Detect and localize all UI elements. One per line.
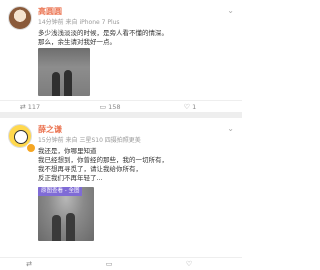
photo-tag[interactable]: 原图查看 - 全图 <box>38 187 83 196</box>
post-text-line: 反正我们不再年轻了... <box>38 174 103 182</box>
post-text-line: 我已经想到，你曾经的那些，我的一切所有， <box>38 156 168 164</box>
comment-button[interactable]: ▭ <box>80 258 140 270</box>
shadow-figure <box>52 72 60 96</box>
post-photo[interactable] <box>38 48 90 96</box>
shadow-figure <box>52 215 61 241</box>
like-button[interactable]: ♡ <box>160 258 220 270</box>
avatar[interactable] <box>8 6 32 30</box>
shadow-figure <box>66 213 75 241</box>
post-text-line: 那么，余生请对我好一点。 <box>38 38 116 46</box>
repost-button[interactable]: ⇄ <box>0 258 60 270</box>
comment-icon: ▭ <box>105 260 113 268</box>
chevron-down-icon[interactable]: ⌄ <box>227 124 234 133</box>
weibo-post-2: 薛之谦 15分钟前 来自 三星S10 四摄拍照更美 ⌄ 我还是，你哪里知道 我已… <box>0 118 242 269</box>
like-icon: ♡ <box>185 260 193 268</box>
like-icon: ♡ <box>183 103 191 111</box>
weibo-post-1: 高圆圆 14分钟前 来自 iPhone 7 Plus ⌄ 多少浅浅淡淡的时候，是… <box>0 0 242 112</box>
post-meta: 15分钟前 来自 三星S10 四摄拍照更美 <box>38 137 141 144</box>
action-bar: ⇄ ▭ ♡ <box>0 257 242 270</box>
post-meta: 14分钟前 来自 iPhone 7 Plus <box>38 19 120 26</box>
repost-icon: ⇄ <box>19 103 26 111</box>
post-text-line: 我还是，你哪里知道 <box>38 147 97 155</box>
post-text-line: 多少浅浅淡淡的时候，是旁人看不懂的情深。 <box>38 29 168 37</box>
verified-badge-icon <box>26 143 36 153</box>
chevron-down-icon[interactable]: ⌄ <box>227 6 234 15</box>
post-photo[interactable]: 原图查看 - 全图 <box>38 187 94 241</box>
comment-icon: ▭ <box>99 103 107 111</box>
username[interactable]: 高圆圆 <box>38 6 62 17</box>
shadow-figure <box>64 70 72 96</box>
post-text-line: 我不想再寻觅了，请让我给你所有， <box>38 165 142 173</box>
username[interactable]: 薛之谦 <box>38 124 62 135</box>
repost-icon: ⇄ <box>26 260 32 268</box>
